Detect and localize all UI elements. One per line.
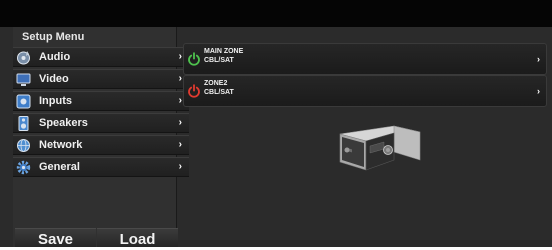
save-button[interactable]: Save: [15, 228, 96, 248]
chevron-right-icon: ›: [178, 51, 182, 62]
inputs-icon: [16, 94, 31, 109]
zone-source: CBL/SAT: [204, 57, 234, 64]
app-screen: Setup Menu Audio › Video › Inputs › Spea…: [0, 0, 552, 248]
menu-label-network: Network: [39, 139, 83, 151]
power-icon: [187, 52, 201, 66]
zone-source: CBL/SAT: [204, 89, 234, 96]
av-receiver-icon: [332, 124, 422, 172]
chevron-right-icon: ›: [178, 95, 182, 106]
chevron-right-icon: ›: [178, 139, 182, 150]
network-icon: [16, 138, 31, 153]
menu-item-video[interactable]: Video ›: [13, 69, 189, 89]
speakers-icon: [16, 116, 31, 131]
menu-item-inputs[interactable]: Inputs ›: [13, 91, 189, 111]
menu-label-audio: Audio: [39, 51, 71, 63]
chevron-right-icon: ›: [537, 54, 540, 64]
top-bar: [0, 0, 552, 27]
gear-icon: [16, 160, 31, 175]
menu-item-audio[interactable]: Audio ›: [13, 47, 189, 67]
load-button[interactable]: Load: [97, 228, 178, 248]
menu-item-network[interactable]: Network ›: [13, 135, 189, 155]
chevron-right-icon: ›: [537, 86, 540, 96]
menu-label-speakers: Speakers: [39, 117, 88, 129]
video-icon: [16, 72, 31, 87]
zone-name: ZONE2: [204, 80, 228, 87]
power-icon: [187, 84, 201, 98]
chevron-right-icon: ›: [178, 73, 182, 84]
menu-item-general[interactable]: General ›: [13, 157, 189, 177]
chevron-right-icon: ›: [178, 117, 182, 128]
zone-row-main[interactable]: MAIN ZONE CBL/SAT ›: [183, 43, 547, 75]
menu-label-inputs: Inputs: [39, 95, 72, 107]
menu-item-speakers[interactable]: Speakers ›: [13, 113, 189, 133]
zone-row-zone2[interactable]: ZONE2 CBL/SAT ›: [183, 75, 547, 107]
sidebar-title: Setup Menu: [22, 31, 85, 43]
menu-label-general: General: [39, 161, 80, 173]
setup-menu-sidebar: Setup Menu Audio › Video › Inputs › Spea…: [13, 27, 189, 247]
zone-name: MAIN ZONE: [204, 48, 244, 55]
audio-icon: [16, 50, 31, 65]
chevron-right-icon: ›: [178, 161, 182, 172]
menu-label-video: Video: [39, 73, 69, 85]
